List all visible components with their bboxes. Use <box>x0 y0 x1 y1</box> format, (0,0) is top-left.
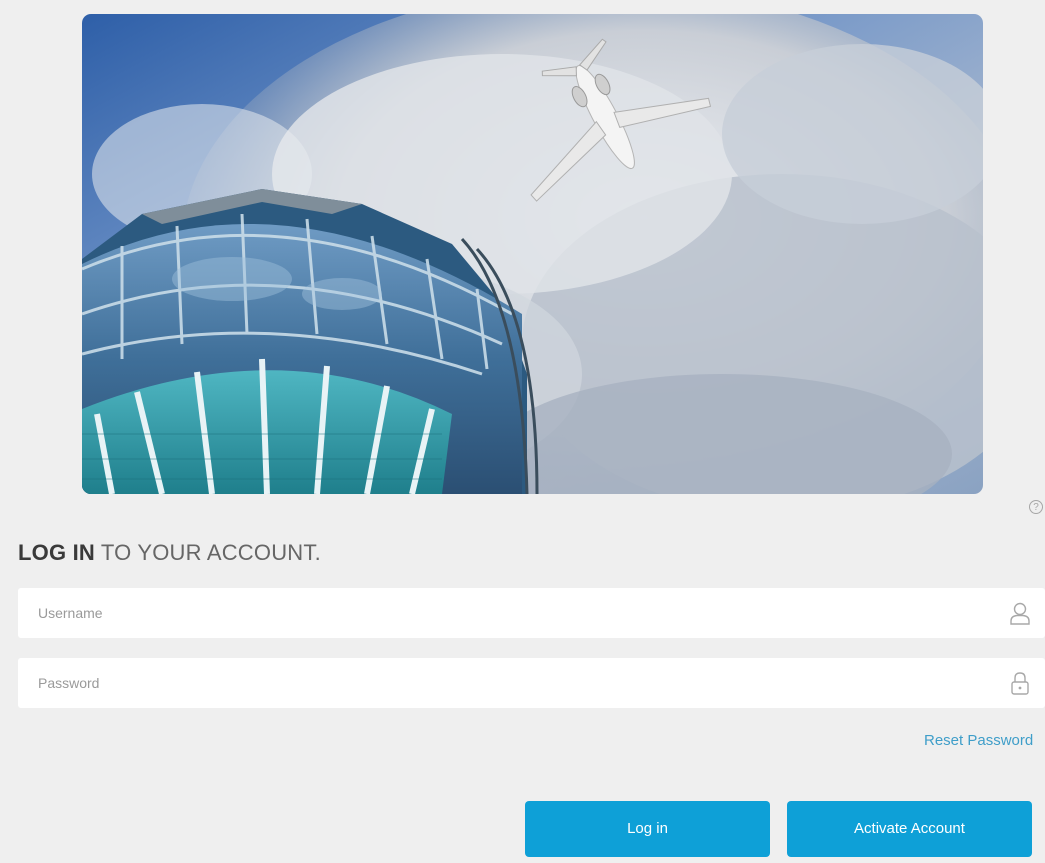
username-input[interactable] <box>18 588 978 638</box>
activate-account-button[interactable]: Activate Account <box>787 801 1032 857</box>
password-input[interactable] <box>18 658 978 708</box>
page-title: LOG IN TO YOUR ACCOUNT. <box>18 540 321 566</box>
username-field[interactable] <box>18 588 1045 638</box>
hero-image <box>82 14 983 494</box>
page-title-rest: TO YOUR ACCOUNT. <box>94 540 321 565</box>
login-button[interactable]: Log in <box>525 801 770 857</box>
lock-icon <box>1011 672 1029 695</box>
help-icon[interactable]: ? <box>1029 500 1043 514</box>
password-field[interactable] <box>18 658 1045 708</box>
page-title-strong: LOG IN <box>18 540 95 565</box>
user-icon <box>1010 602 1030 625</box>
reset-password-link[interactable]: Reset Password <box>924 732 1033 749</box>
